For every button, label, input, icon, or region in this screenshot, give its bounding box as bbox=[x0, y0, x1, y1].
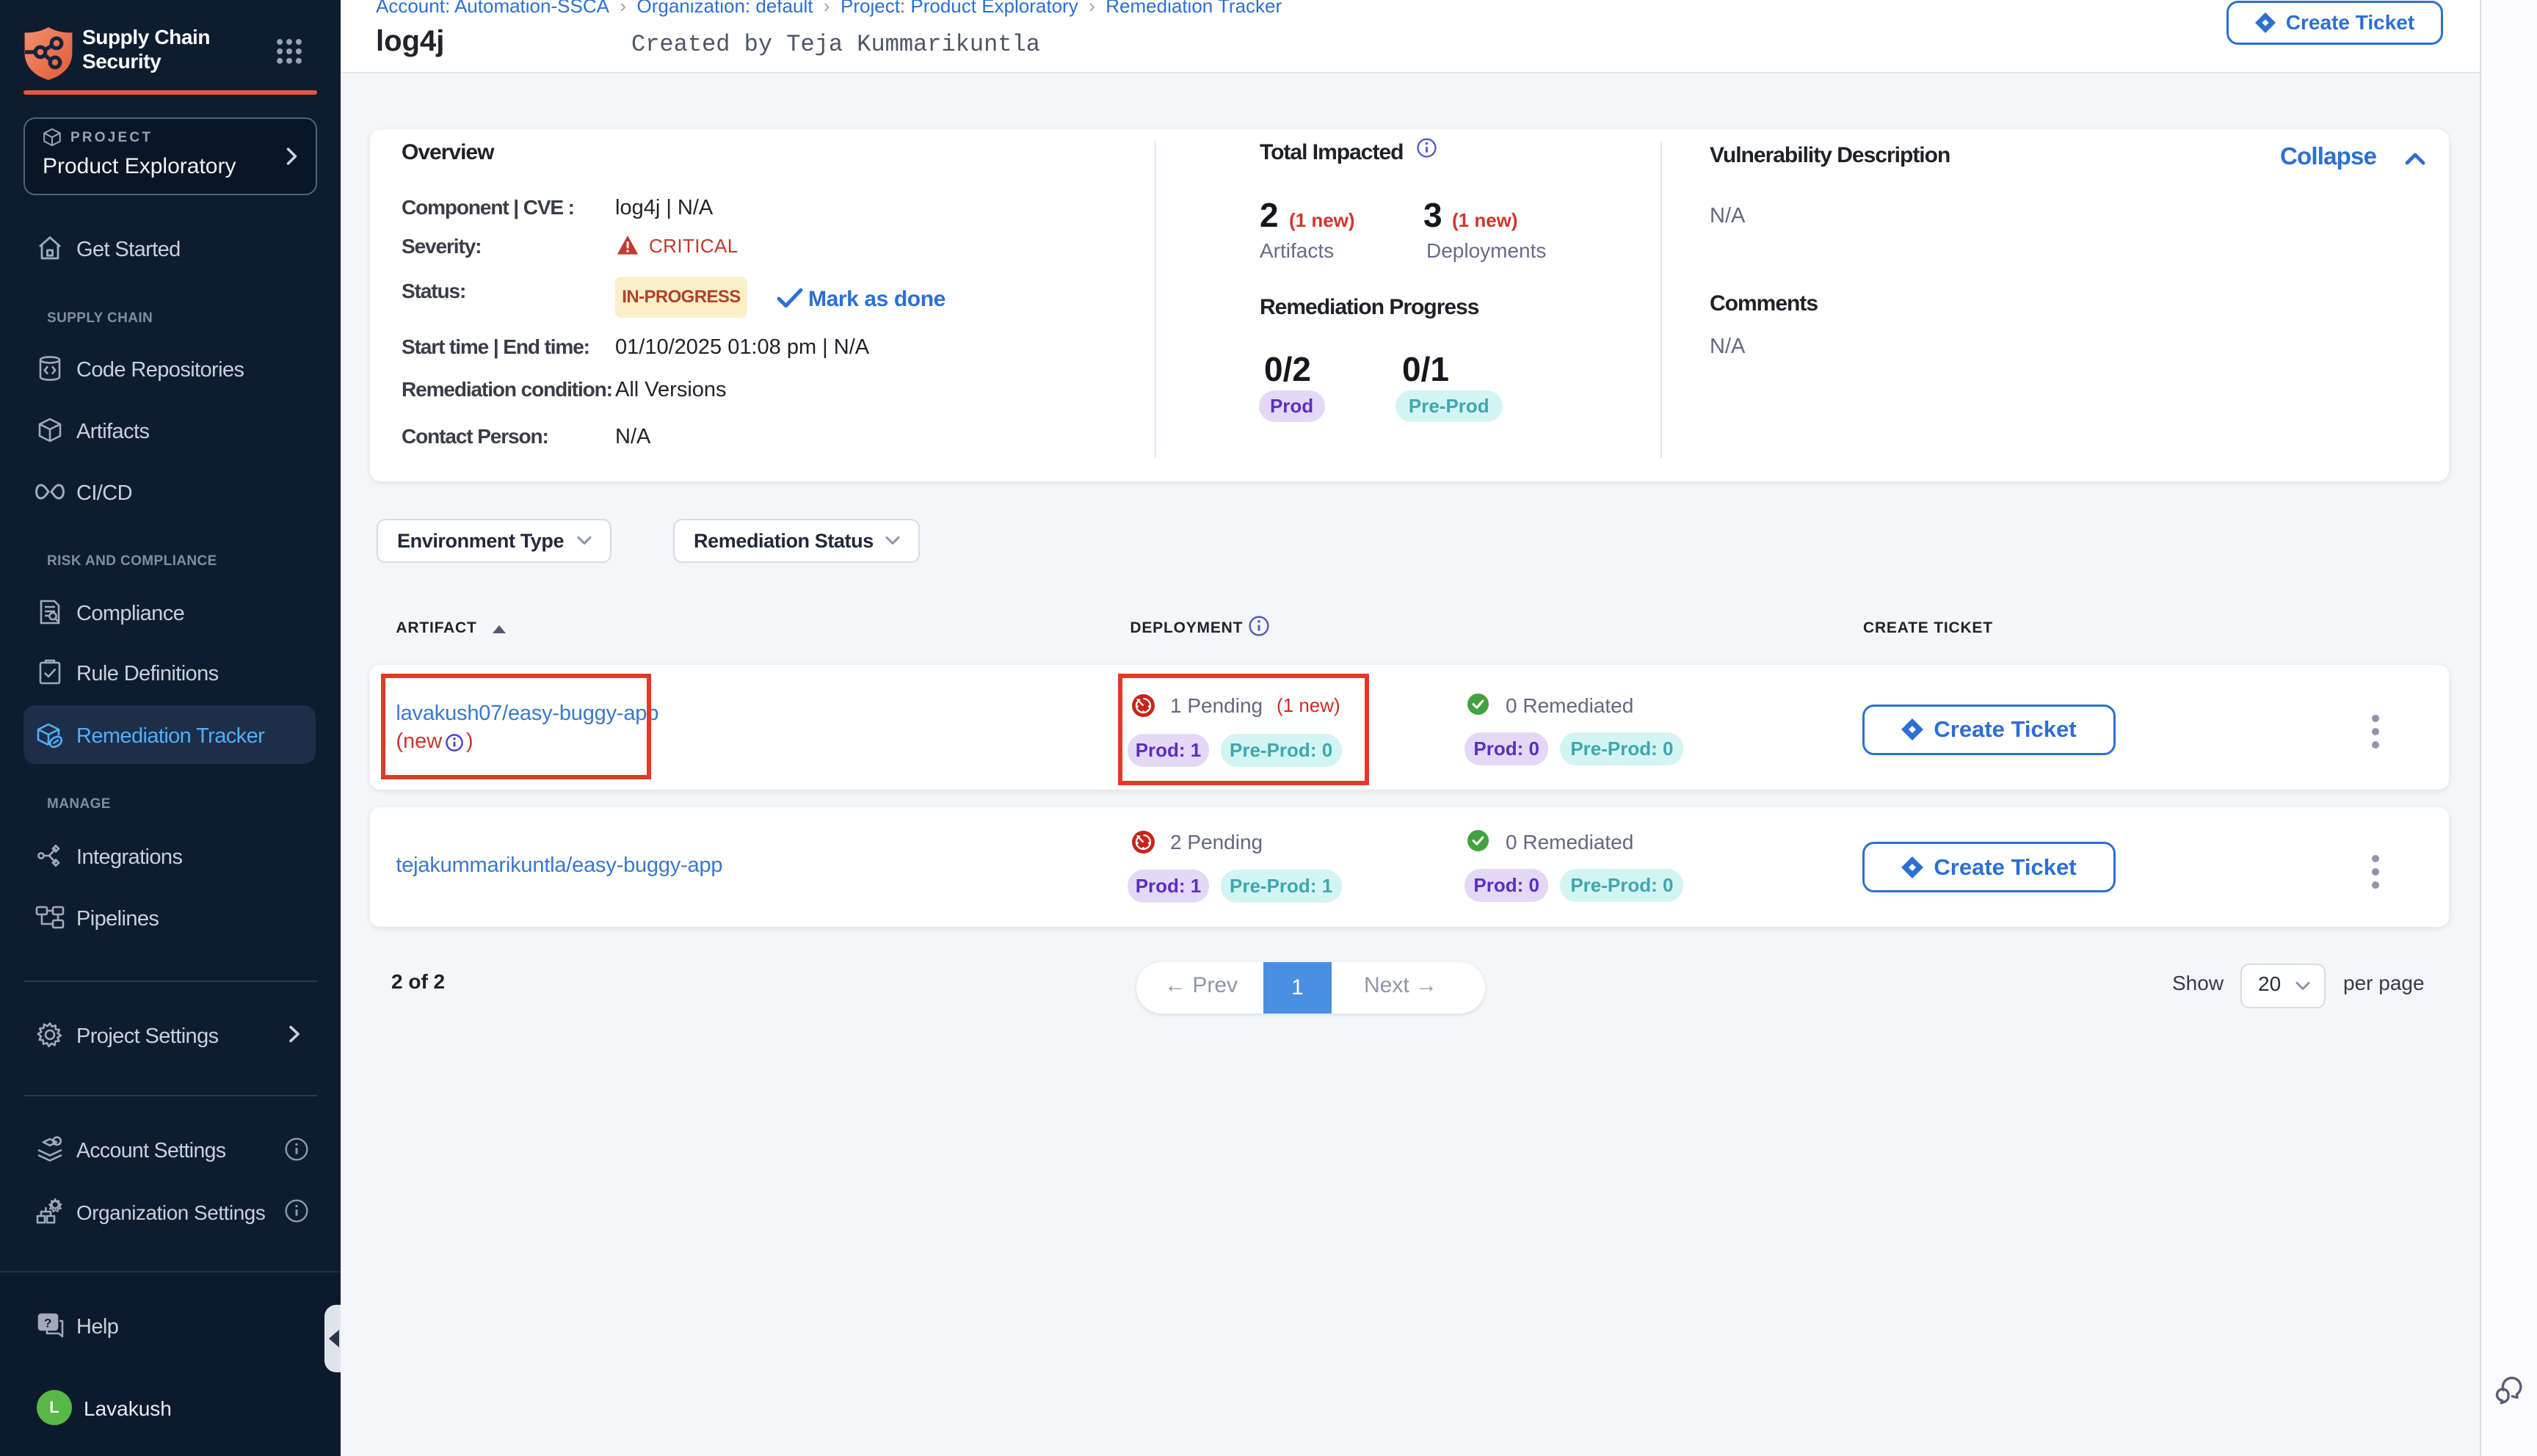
svg-text:?: ? bbox=[44, 1317, 51, 1331]
